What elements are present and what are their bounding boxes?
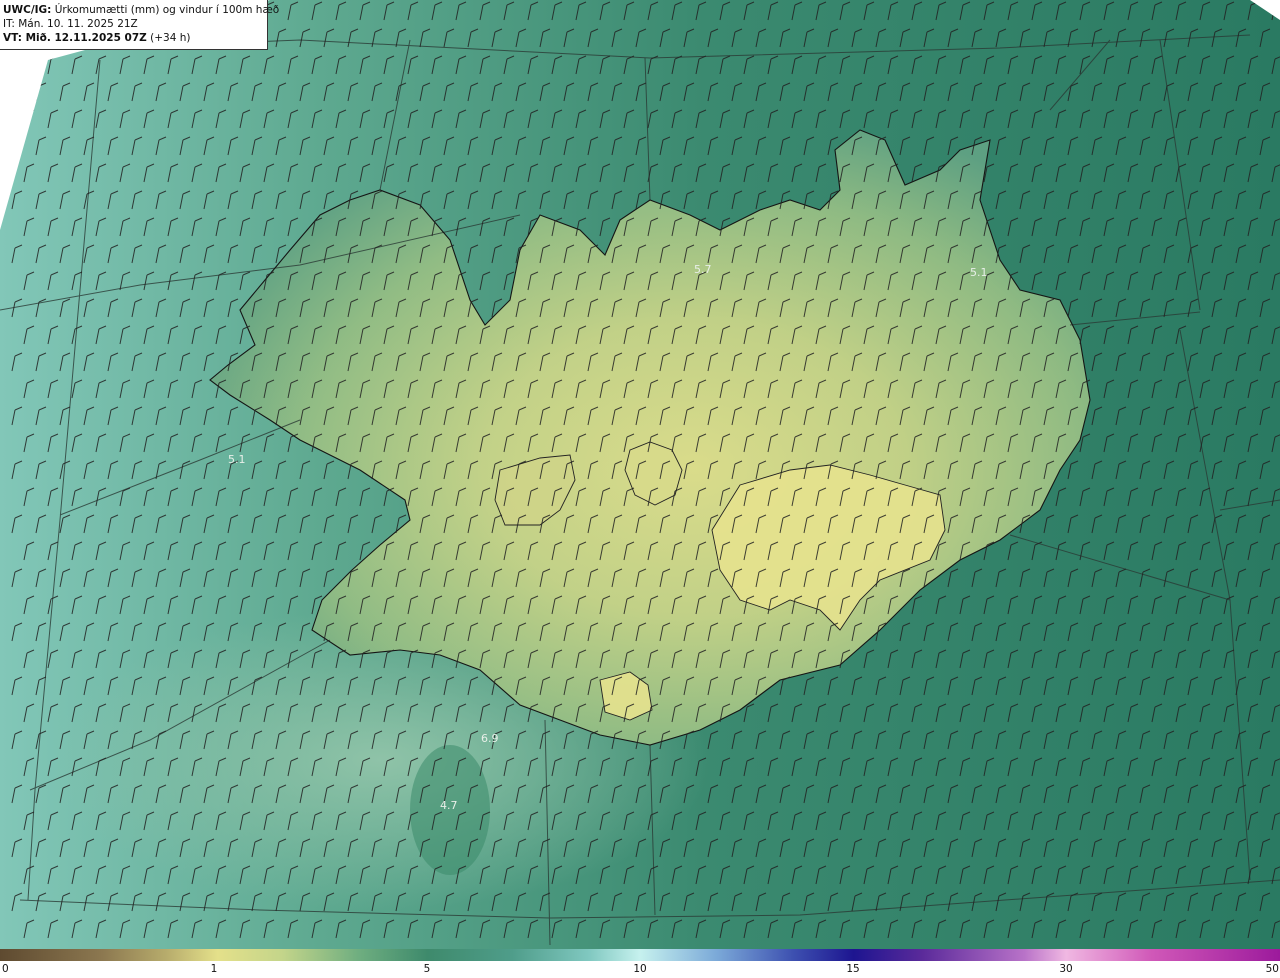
colorbar-tick: 10 <box>633 963 647 975</box>
valid-time: VT: Mið. 12.11.2025 07Z <box>3 32 147 44</box>
colorbar-tick: 1 <box>210 963 218 975</box>
model-name: UWC/IG: <box>3 4 52 16</box>
value-label: 5.7 <box>694 263 712 276</box>
colorbar-tick: 15 <box>846 963 860 975</box>
forecast-info-box: UWC/IG: Úrkomumætti (mm) og vindur í 100… <box>0 0 279 50</box>
initial-time: IT: Mán. 10. 11. 2025 21Z <box>3 18 138 30</box>
value-label: 5.1 <box>228 453 246 466</box>
precipitable-water-map: 5.7 5.1 5.1 6.9 4.7 <box>0 0 1280 949</box>
colorbar-tick: 0 <box>2 963 9 975</box>
colorbar-tick: 30 <box>1059 963 1073 975</box>
forecast-offset: (+34 h) <box>146 32 191 44</box>
colorbar-tick: 50 <box>1265 963 1279 975</box>
map-title: Úrkomumætti (mm) og vindur í 100m hæð <box>54 4 280 16</box>
value-label: 6.9 <box>481 732 499 745</box>
value-label: 5.1 <box>970 266 988 279</box>
value-label: 4.7 <box>440 799 458 812</box>
colorbar <box>0 949 1280 961</box>
colorbar-tick: 5 <box>423 963 431 975</box>
